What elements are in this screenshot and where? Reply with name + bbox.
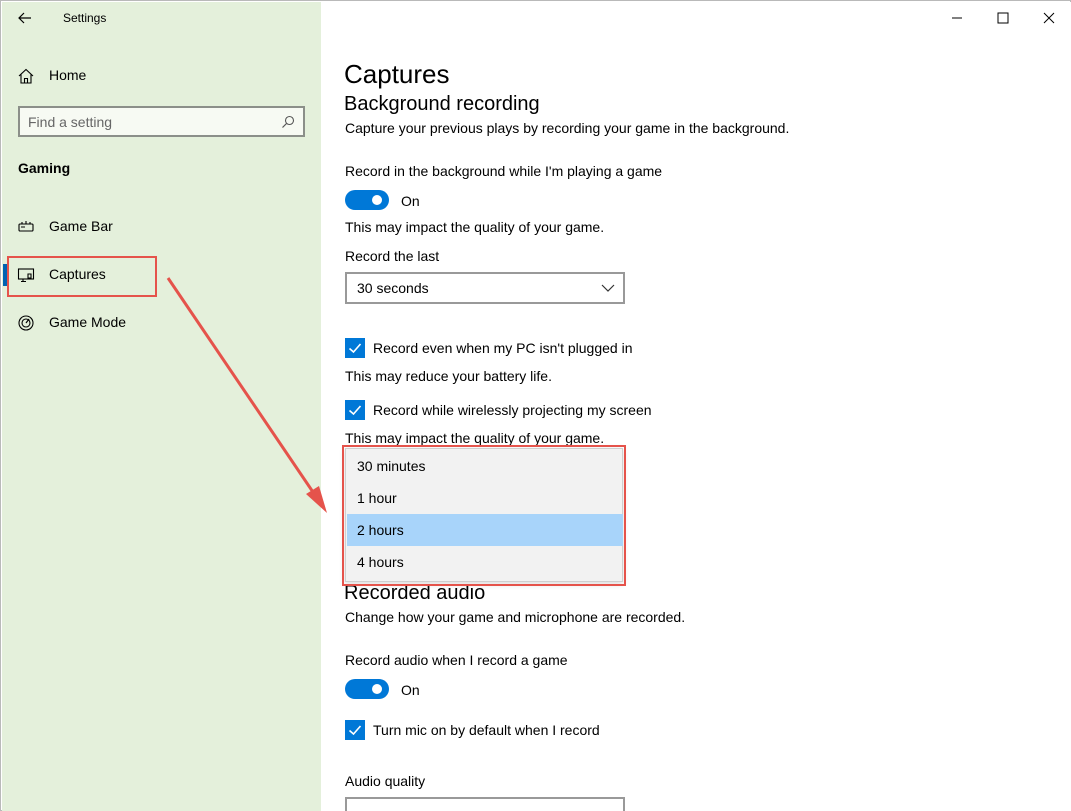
record-last-value: 30 seconds [357,280,429,296]
record-last-label: Record the last [345,248,440,264]
title-bar: Settings [2,2,321,34]
close-button[interactable] [1026,2,1071,34]
plugged-in-label: Record even when my PC isn't plugged in [373,340,633,356]
background-recording-description: Capture your previous plays by recording… [345,120,790,136]
battery-note: This may reduce your battery life. [345,368,552,384]
record-audio-label: Record audio when I record a game [345,652,568,668]
sidebar-item-game-bar[interactable]: Game Bar [17,213,297,241]
toggle-knob [372,684,382,694]
check-icon [348,343,362,354]
impact-note: This may impact the quality of your game… [345,219,605,235]
record-audio-toggle[interactable] [345,679,389,699]
record-background-toggle[interactable] [345,190,389,210]
sidebar-item-label: Game Bar [49,218,113,234]
audio-quality-label: Audio quality [345,773,426,789]
game-bar-icon [18,221,34,232]
search-input[interactable] [28,112,278,132]
settings-window: Settings Home Gaming Game Bar [0,0,1071,811]
nav-home[interactable]: Home [17,64,297,88]
audio-quality-select[interactable] [345,797,625,811]
back-arrow-icon [18,12,31,24]
recorded-audio-description: Change how your game and microphone are … [345,609,686,625]
projecting-label: Record while wirelessly projecting my sc… [373,402,652,418]
projecting-note: This may impact the quality of your game… [345,430,605,446]
toggle-knob [372,195,382,205]
background-recording-heading: Background recording [344,93,540,115]
minimize-icon [952,17,962,19]
home-icon [18,68,34,84]
sidebar-item-label: Game Mode [49,314,127,330]
section-heading-gaming: Gaming [18,160,71,176]
back-button[interactable] [15,8,35,28]
record-background-label: Record in the background while I'm playi… [345,163,663,179]
close-icon [1043,12,1055,24]
mic-default-checkbox[interactable] [345,720,365,740]
annotation-highlight-dropdown [342,445,626,586]
check-icon [348,725,362,736]
record-audio-toggle-state: On [401,682,420,698]
app-title: Settings [63,11,107,25]
chevron-down-icon [601,284,615,292]
search-box[interactable] [18,106,305,137]
sidebar-item-game-mode[interactable]: Game Mode [17,309,297,337]
projecting-checkbox[interactable] [345,400,365,420]
plugged-in-checkbox[interactable] [345,338,365,358]
check-icon [348,405,362,416]
mic-default-label: Turn mic on by default when I record [373,722,600,738]
maximize-icon [997,12,1009,24]
maximize-button[interactable] [980,2,1026,34]
minimize-button[interactable] [934,2,980,34]
sidebar: Settings Home Gaming Game Bar [2,2,321,811]
game-mode-icon [18,315,34,331]
main-content: Captures Background recording Capture yo… [321,2,1071,811]
home-label: Home [49,67,87,83]
page-title: Captures [344,59,450,89]
search-icon[interactable] [280,114,296,130]
record-background-toggle-state: On [401,193,420,209]
annotation-highlight-captures [7,256,157,297]
record-last-select[interactable]: 30 seconds [345,272,625,304]
